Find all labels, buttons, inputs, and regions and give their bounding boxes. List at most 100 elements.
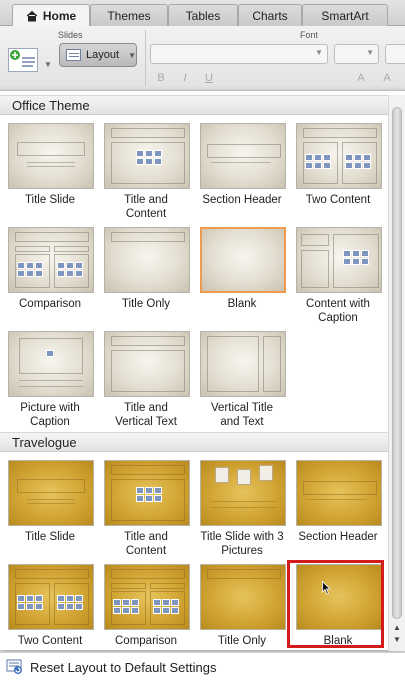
layout-button[interactable]: Layout ▼ — [59, 43, 137, 67]
content-icons — [46, 350, 72, 357]
layout-thumbnail[interactable] — [200, 564, 286, 630]
layout-option-comparison[interactable]: Comparison — [4, 227, 96, 327]
placeholder-line — [211, 507, 277, 508]
placeholder — [111, 232, 185, 242]
home-icon — [26, 10, 38, 22]
placeholder — [301, 250, 329, 288]
scroll-down-icon[interactable]: ▼ — [392, 635, 402, 644]
layout-thumbnail[interactable] — [296, 227, 382, 293]
placeholder-line — [27, 499, 75, 500]
layout-option-two-content[interactable]: Two Content — [4, 564, 96, 651]
layout-label: Title Slide with 3 Pictures — [200, 531, 284, 557]
font-size-box[interactable]: ▼ — [334, 44, 379, 64]
layout-thumbnail[interactable] — [200, 227, 286, 293]
vertical-scrollbar[interactable]: ▲ ▼ — [388, 95, 405, 651]
highlight-icon[interactable]: A — [376, 72, 398, 88]
layout-thumbnail[interactable] — [200, 460, 286, 526]
font-color-icon[interactable]: A — [350, 72, 372, 88]
layout-label: Title and Content — [124, 531, 168, 557]
reset-layout-button[interactable]: Reset Layout to Default Settings — [6, 657, 216, 677]
scroll-up-icon[interactable]: ▲ — [392, 623, 402, 632]
layout-option-title-slide[interactable]: Title Slide — [4, 460, 96, 560]
gallery-footer: Reset Layout to Default Settings — [0, 652, 405, 700]
tab-label: Tables — [185, 8, 221, 23]
tab-themes[interactable]: Themes — [90, 4, 168, 26]
scrollbar-thumb[interactable] — [392, 107, 402, 619]
placeholder — [207, 569, 281, 579]
layout-thumbnail[interactable] — [8, 227, 94, 293]
content-icons — [345, 154, 371, 169]
layout-thumbnail[interactable] — [200, 123, 286, 189]
layout-thumbnail[interactable] — [104, 331, 190, 397]
font-name-box[interactable]: ▼ — [150, 44, 328, 64]
layout-label: Content with Caption — [306, 298, 370, 324]
layout-option-title-and-content[interactable]: Title and Content — [100, 123, 192, 223]
layout-option-title-only[interactable]: Title Only — [196, 564, 288, 651]
layout-option-two-content[interactable]: Two Content — [292, 123, 384, 223]
placeholder — [111, 583, 146, 589]
placeholder — [111, 128, 185, 138]
underline-icon[interactable]: U — [198, 72, 220, 88]
layout-thumbnail[interactable] — [296, 123, 382, 189]
layout-option-content-with-caption[interactable]: Content with Caption — [292, 227, 384, 327]
content-icons — [343, 250, 369, 265]
layout-thumbnail[interactable] — [104, 227, 190, 293]
placeholder-line — [211, 162, 271, 163]
picture-placeholder — [215, 467, 229, 483]
layout-thumbnail[interactable] — [296, 460, 382, 526]
placeholder-line — [19, 386, 83, 387]
layout-option-section-header[interactable]: Section Header — [292, 460, 384, 560]
content-icons — [113, 599, 139, 614]
content-icons — [17, 262, 43, 277]
layout-label: Section Header — [202, 194, 282, 206]
italic-icon[interactable]: I — [174, 72, 196, 88]
group-title-slides: Slides — [58, 30, 83, 40]
layout-option-title-and-content[interactable]: Title and Content — [100, 460, 192, 560]
placeholder — [207, 144, 281, 158]
layout-button-label: Layout — [86, 49, 120, 61]
placeholder — [15, 232, 89, 242]
tab-charts[interactable]: Charts — [238, 4, 302, 26]
layout-label: Title and Vertical Text — [115, 402, 177, 428]
placeholder — [17, 142, 85, 156]
picture-placeholder — [237, 469, 251, 485]
bold-icon[interactable]: B — [150, 72, 172, 88]
layout-gallery-popup: Office Theme Title Slide Title and Content… — [0, 90, 405, 651]
layout-option-title-slide[interactable]: Title Slide — [4, 123, 96, 223]
selection-highlight — [287, 560, 384, 648]
layout-thumbnail[interactable] — [104, 123, 190, 189]
new-slide-button[interactable] — [8, 48, 38, 72]
layout-thumbnail[interactable] — [8, 123, 94, 189]
layout-option-comparison[interactable]: Comparison — [100, 564, 192, 651]
layout-thumbnail[interactable] — [200, 331, 286, 397]
layout-option-title-only[interactable]: Title Only — [100, 227, 192, 327]
layout-option-vertical-title-and-text[interactable]: Vertical Title and Text — [196, 331, 288, 431]
placeholder — [17, 479, 85, 493]
layout-thumbnail[interactable] — [104, 564, 190, 630]
layout-option-section-header[interactable]: Section Header — [196, 123, 288, 223]
layout-icon — [66, 49, 82, 61]
layout-option-title-slide-with-3-pictures[interactable]: Title Slide with 3 Pictures — [196, 460, 288, 560]
layout-option-blank[interactable]: Blank — [196, 227, 288, 327]
content-icons — [136, 150, 162, 165]
chevron-down-icon: ▼ — [366, 48, 374, 57]
placeholder — [303, 128, 377, 138]
layout-label: Title Slide — [24, 531, 76, 543]
chevron-down-icon[interactable]: ▼ — [44, 60, 52, 69]
font-grow-button[interactable] — [385, 44, 405, 64]
layout-thumbnail[interactable] — [8, 331, 94, 397]
format-row: B I U A A — [150, 72, 405, 88]
layout-option-picture-with-caption[interactable]: Picture with Caption — [4, 331, 96, 431]
content-icons — [305, 154, 331, 169]
tab-tables[interactable]: Tables — [168, 4, 238, 26]
layout-thumbnail[interactable] — [104, 460, 190, 526]
layout-label: Two Content — [17, 635, 83, 647]
placeholder — [111, 569, 185, 579]
tab-smartart[interactable]: SmartArt — [302, 4, 388, 26]
layout-option-title-and-vertical-text[interactable]: Title and Vertical Text — [100, 331, 192, 431]
tab-home[interactable]: Home — [12, 4, 90, 27]
placeholder-line — [19, 380, 83, 381]
layout-thumbnail[interactable] — [8, 460, 94, 526]
layout-label: Vertical Title and Text — [211, 402, 273, 428]
layout-thumbnail[interactable] — [8, 564, 94, 630]
